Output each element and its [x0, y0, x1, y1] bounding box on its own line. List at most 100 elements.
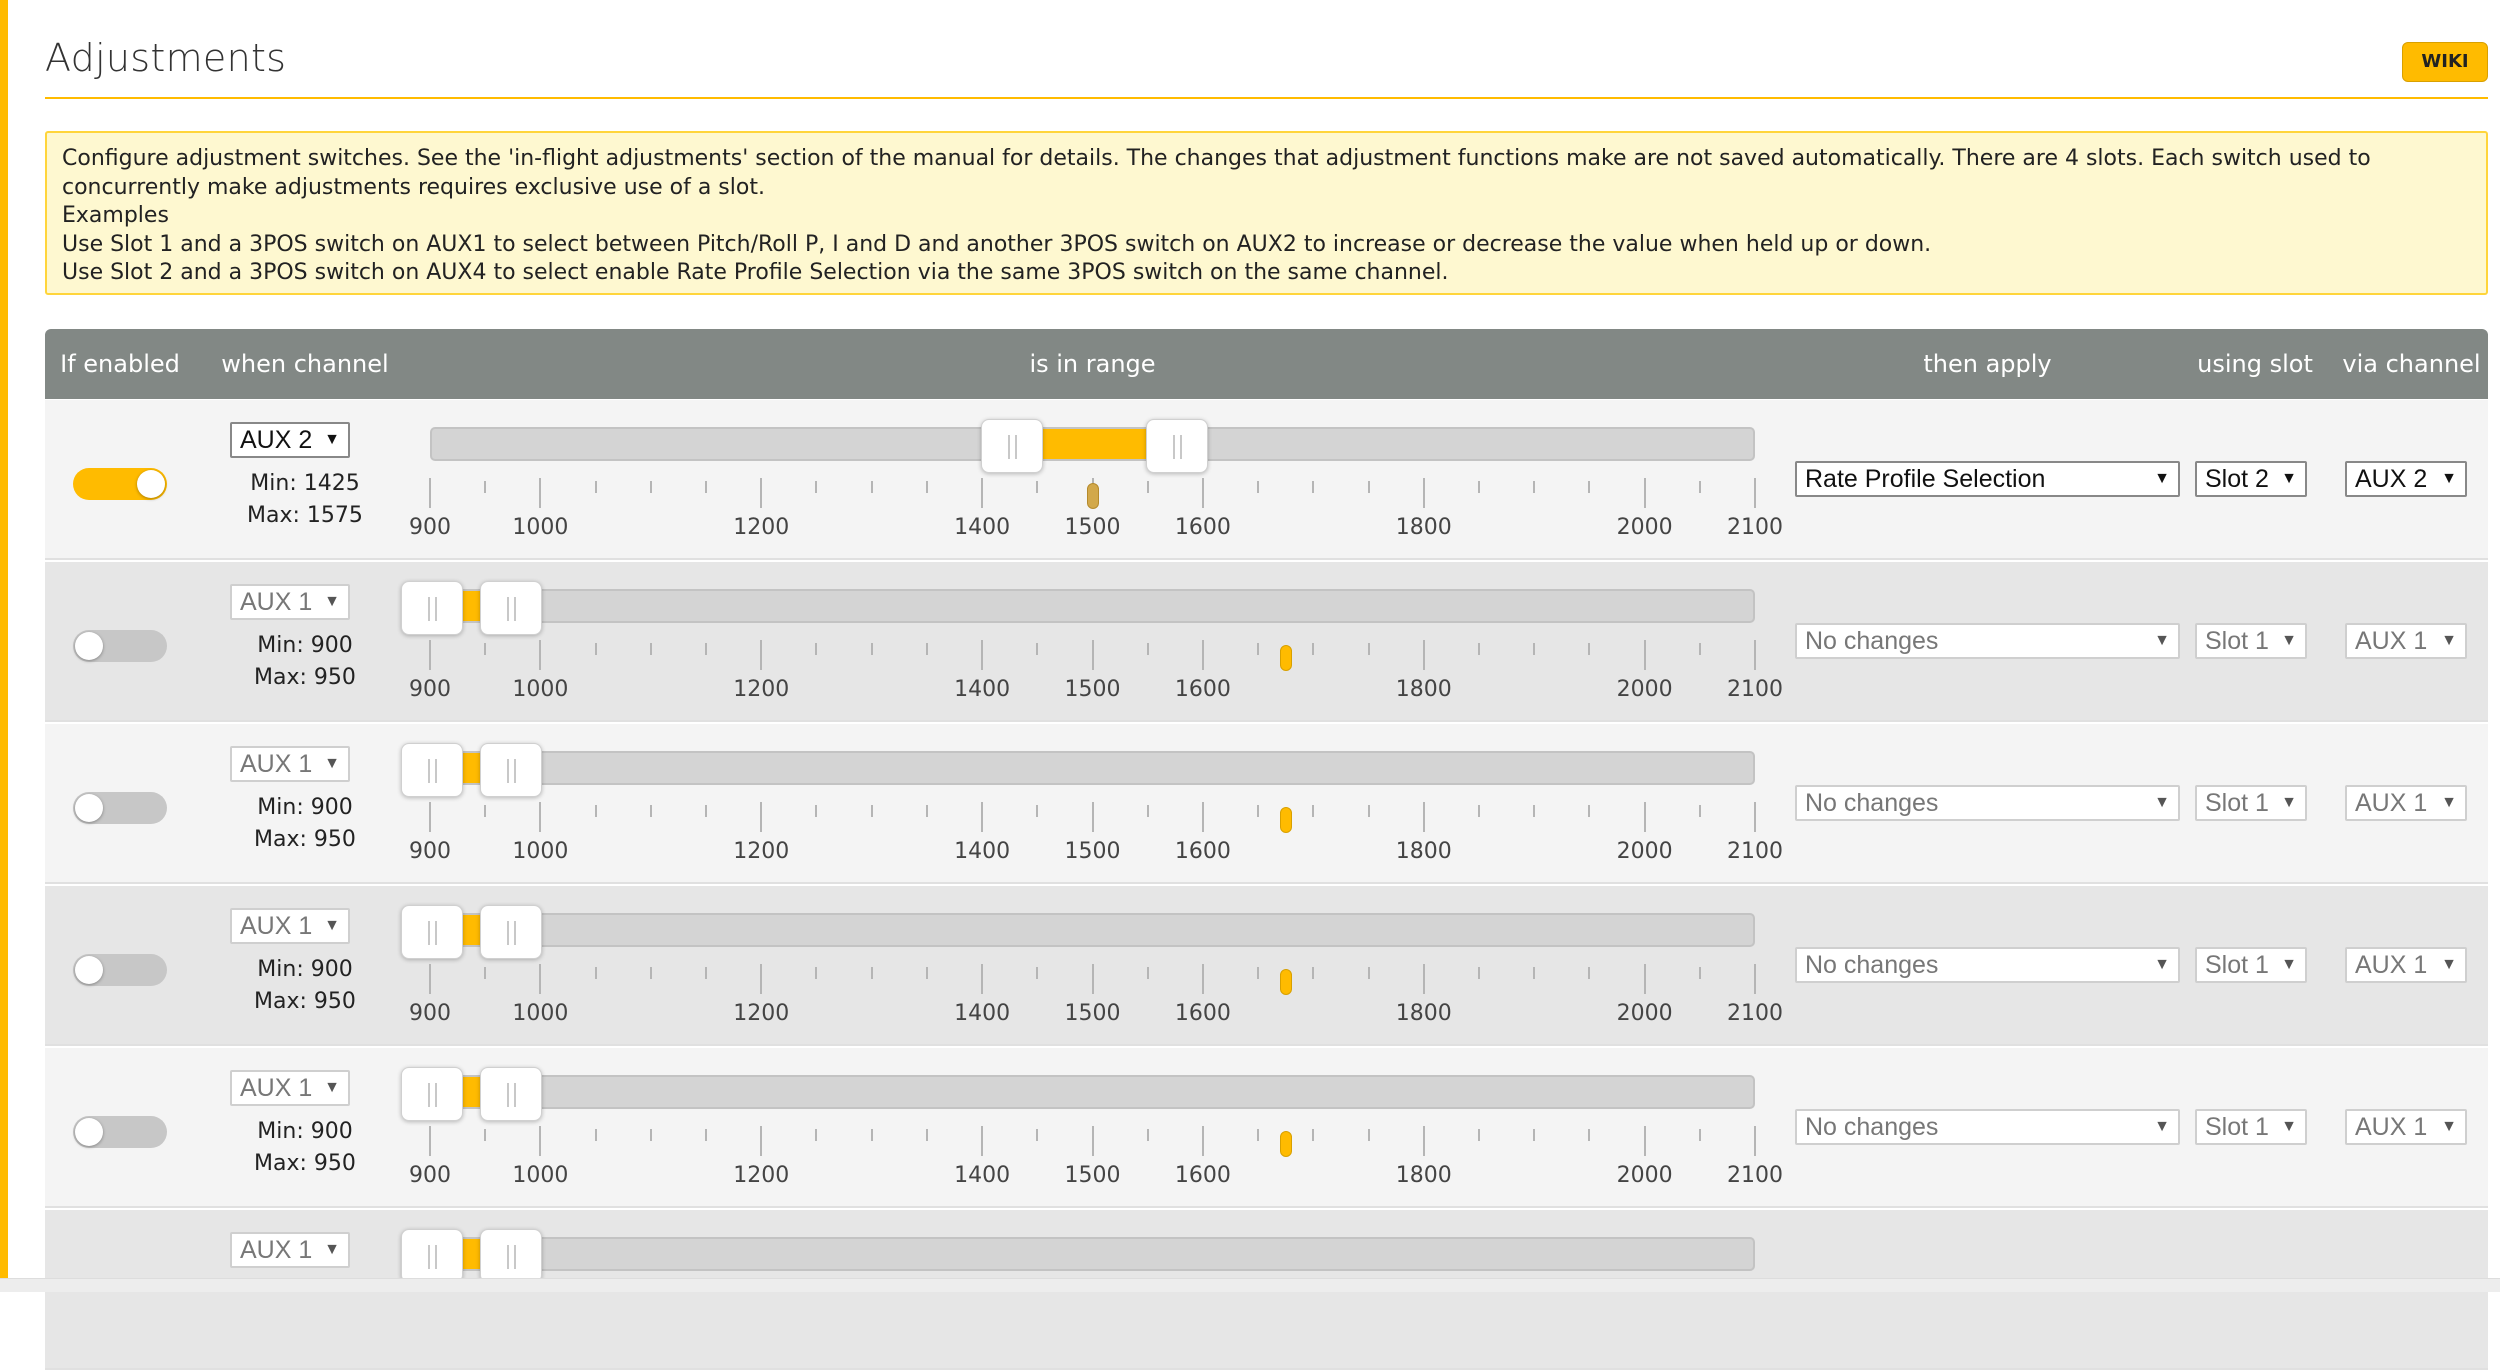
slot-select[interactable]: Slot 1 ▼: [2195, 1109, 2307, 1145]
scale-tick: [815, 805, 818, 817]
scale-tick: [1091, 802, 1094, 832]
scale-label: 1500: [1064, 515, 1121, 540]
range-scale: 900 1000 1200 1400 1500 1600 1800 2000 2100: [409, 1048, 1783, 1206]
scale-label: 2100: [1727, 839, 1783, 864]
header-is-in-range: is in range: [1029, 350, 1156, 378]
scale-tick: [1036, 643, 1039, 655]
apply-function-select[interactable]: No changes ▼: [1795, 947, 2180, 983]
via-channel-select[interactable]: AUX 1 ▼: [2345, 785, 2467, 821]
channel-select[interactable]: AUX 1 ▼: [230, 1070, 350, 1106]
range-min-handle[interactable]: [401, 1067, 463, 1121]
scale-tick: [539, 478, 542, 508]
adjustment-row: AUX 1 ▼ Min: 900 Max: 950 900 1000 1200 1400 150…: [45, 562, 2488, 722]
apply-function-select[interactable]: No changes ▼: [1795, 1109, 2180, 1145]
range-max-handle[interactable]: [1146, 419, 1209, 473]
via-channel-value: AUX 1: [2355, 789, 2428, 817]
channel-select[interactable]: AUX 1 ▼: [230, 584, 350, 620]
channel-select-value: AUX 1: [240, 912, 313, 940]
enable-toggle[interactable]: [73, 792, 167, 824]
scale-label: 1200: [733, 1001, 790, 1026]
slot-select[interactable]: Slot 1 ▼: [2195, 947, 2307, 983]
scale-label: 2000: [1616, 515, 1673, 540]
scale-label: 2100: [1727, 1163, 1783, 1188]
scale-label: 2100: [1727, 515, 1783, 540]
range-slider-track[interactable]: [401, 743, 1755, 797]
via-channel-select[interactable]: AUX 2 ▼: [2345, 461, 2467, 497]
scale-tick: [649, 967, 652, 979]
range-min-handle[interactable]: [401, 1229, 463, 1283]
channel-select[interactable]: AUX 2 ▼: [230, 422, 350, 458]
scale-tick: [1201, 478, 1204, 508]
slot-select[interactable]: Slot 2 ▼: [2195, 461, 2307, 497]
range-slider-track[interactable]: [401, 581, 1755, 635]
scale-tick: [705, 805, 708, 817]
slot-select[interactable]: Slot 1 ▼: [2195, 623, 2307, 659]
scale-label: 1500: [1064, 677, 1121, 702]
range-scale: 900 1000 1200 1400 1500 1600 1800 2000 2100: [409, 724, 1783, 882]
via-channel-select[interactable]: AUX 1 ▼: [2345, 623, 2467, 659]
header-then-apply: then apply: [1923, 350, 2052, 378]
apply-function-select[interactable]: Rate Profile Selection ▼: [1795, 461, 2180, 497]
range-max-handle[interactable]: [480, 581, 543, 635]
scale-tick: [981, 640, 984, 670]
channel-select[interactable]: AUX 1 ▼: [230, 908, 350, 944]
apply-function-select[interactable]: No changes ▼: [1795, 623, 2180, 659]
chevron-down-icon: ▼: [2441, 794, 2457, 811]
channel-position-marker: [1279, 807, 1292, 833]
apply-function-select[interactable]: No changes ▼: [1795, 785, 2180, 821]
wiki-button[interactable]: WIKI: [2402, 42, 2488, 82]
scale-tick: [484, 481, 487, 493]
enable-toggle[interactable]: [73, 954, 167, 986]
range-max-value: Max: 950: [254, 665, 356, 690]
channel-position-marker: [1279, 1131, 1292, 1157]
range-slider-track[interactable]: [430, 419, 1755, 473]
channel-select[interactable]: AUX 1 ▼: [230, 1232, 350, 1268]
left-accent-bar: [0, 0, 8, 1292]
range-min-handle[interactable]: [401, 581, 463, 635]
range-max-handle[interactable]: [480, 1067, 543, 1121]
enable-toggle[interactable]: [73, 1116, 167, 1148]
scale-tick: [1422, 478, 1425, 508]
scale-tick: [1754, 478, 1756, 508]
scale-tick: [539, 640, 542, 670]
range-slider-track[interactable]: [401, 1229, 1755, 1283]
channel-select-value: AUX 1: [240, 588, 313, 616]
header-using-slot: using slot: [2197, 350, 2313, 378]
scale-label: 1200: [733, 677, 790, 702]
scale-tick: [539, 1126, 542, 1156]
scale-label: 1400: [954, 677, 1011, 702]
slot-select[interactable]: Slot 1 ▼: [2195, 785, 2307, 821]
scale-tick: [981, 964, 984, 994]
range-max-handle[interactable]: [480, 1229, 543, 1283]
range-slider-track[interactable]: [401, 1067, 1755, 1121]
via-channel-select[interactable]: AUX 1 ▼: [2345, 947, 2467, 983]
enable-toggle[interactable]: [73, 468, 167, 500]
channel-select-value: AUX 1: [240, 1236, 313, 1264]
scale-tick: [1257, 643, 1260, 655]
chevron-down-icon: ▼: [2154, 956, 2170, 973]
scale-tick: [1422, 1126, 1425, 1156]
scale-tick: [981, 802, 984, 832]
scale-tick: [1698, 967, 1701, 979]
apply-function-value: Rate Profile Selection: [1805, 465, 2046, 493]
scale-tick: [1312, 481, 1315, 493]
range-max-handle[interactable]: [480, 743, 543, 797]
channel-select-value: AUX 2: [240, 426, 313, 454]
chevron-down-icon: ▼: [2154, 794, 2170, 811]
apply-function-value: No changes: [1805, 1113, 1939, 1141]
scale-tick: [1146, 481, 1149, 493]
range-scale: 900 1000 1200 1400 1500 1600 1800 2000 2100: [409, 400, 1783, 558]
chevron-down-icon: ▼: [2281, 632, 2297, 649]
range-slider-track[interactable]: [401, 905, 1755, 959]
range-min-handle[interactable]: [401, 743, 463, 797]
channel-select[interactable]: AUX 1 ▼: [230, 746, 350, 782]
info-note: Configure adjustment switches. See the '…: [45, 131, 2488, 295]
bottom-status-bar: [0, 1278, 2500, 1292]
via-channel-select[interactable]: AUX 1 ▼: [2345, 1109, 2467, 1145]
range-max-handle[interactable]: [480, 905, 543, 959]
scale-label: 1200: [733, 515, 790, 540]
range-min-handle[interactable]: [401, 905, 463, 959]
scale-tick: [1533, 805, 1536, 817]
enable-toggle[interactable]: [73, 630, 167, 662]
range-min-handle[interactable]: [980, 419, 1043, 473]
